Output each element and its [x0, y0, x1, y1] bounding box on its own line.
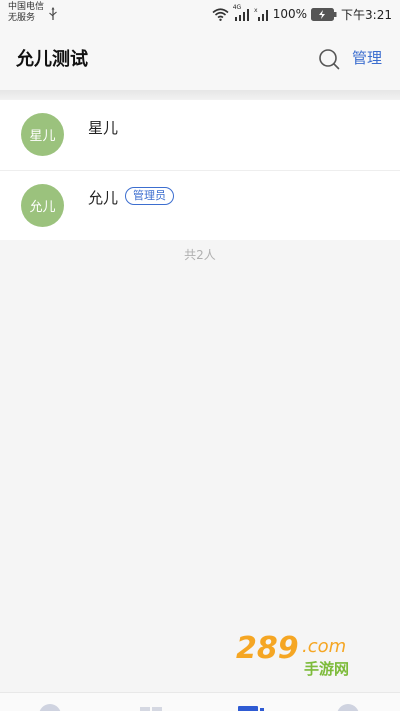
page-title: 允儿测试 [16, 49, 88, 70]
avatar: 允儿 [21, 184, 64, 227]
status-icons: 4G x 100% 下午3:21 [212, 4, 392, 23]
svg-text:x: x [254, 7, 258, 14]
battery-percent: 100% [272, 7, 308, 21]
battery-charging-icon [311, 7, 337, 21]
signal-no-sim-icon: x [254, 7, 268, 21]
member-name: 允儿 [88, 189, 119, 207]
nav-profile-icon[interactable] [336, 703, 360, 711]
nav-contacts-icon[interactable] [238, 703, 268, 711]
member-name: 星儿 [88, 119, 119, 137]
site-watermark-logo: 289 .com 手游网 [236, 631, 349, 678]
svg-text:289: 289 [236, 631, 299, 666]
carrier-info: 中国电信 无服务 [8, 2, 44, 24]
nav-apps-icon[interactable] [140, 703, 164, 711]
svg-text:.com: .com [302, 636, 346, 657]
screen: 中国电信 无服务 4G x 100% 下午3:21 允儿测试 管理 星儿 星儿 … [0, 0, 400, 711]
header-divider [0, 90, 400, 100]
admin-badge: 管理员 [125, 187, 174, 205]
search-icon[interactable] [318, 48, 340, 70]
manage-button[interactable]: 管理 [352, 47, 382, 68]
svg-text:手游网: 手游网 [304, 660, 349, 678]
nav-home-icon[interactable] [38, 703, 62, 711]
usb-icon [49, 7, 57, 20]
member-list: 星儿 星儿 允儿 允儿 管理员 [0, 100, 400, 240]
signal-4g-icon: 4G [233, 4, 250, 21]
status-bar: 中国电信 无服务 4G x 100% 下午3:21 [0, 0, 400, 28]
bottom-nav [0, 692, 400, 711]
member-item[interactable]: 星儿 星儿 [0, 100, 400, 170]
member-count: 共2人 [184, 248, 216, 262]
carrier-name: 中国电信 [8, 2, 45, 12]
member-item[interactable]: 允儿 允儿 管理员 [0, 170, 400, 240]
app-header: 允儿测试 管理 [0, 28, 400, 90]
service-status: 无服务 [8, 13, 36, 23]
clock: 下午3:21 [341, 7, 392, 22]
wifi-icon [212, 7, 229, 21]
avatar: 星儿 [21, 113, 64, 156]
